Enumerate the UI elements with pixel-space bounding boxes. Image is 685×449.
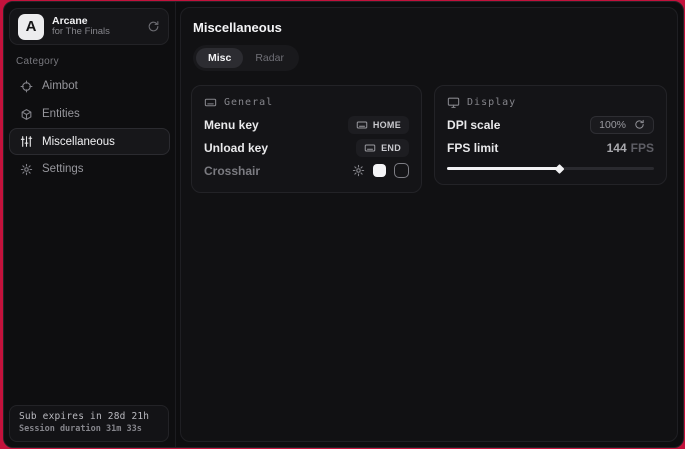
crosshair-checkbox[interactable] [394,163,409,178]
unload-key-button[interactable]: END [356,139,409,157]
main-panel: Miscellaneous Misc Radar General [180,7,678,442]
general-panel: General Menu key HOME Unload key [191,85,422,193]
fps-slider-fill [447,167,559,170]
sidebar-item-label: Settings [42,163,84,175]
dpi-scale-label: DPI scale [447,118,500,132]
crosshair-label: Crosshair [204,164,260,178]
session-duration-text: Session duration 31m 33s [19,424,159,434]
avatar: A [18,14,44,40]
fps-slider-thumb[interactable] [554,164,564,174]
fps-slider[interactable] [447,167,654,170]
fps-limit-value: 144 FPS [607,141,654,155]
dpi-scale-row: DPI scale 100% [447,113,654,136]
tab-bar: Misc Radar [193,45,299,71]
fps-unit: FPS [631,141,654,155]
crosshair-row: Crosshair [204,159,409,182]
menu-key-label: Menu key [204,118,259,132]
main-area: Miscellaneous Misc Radar General [176,2,683,447]
brand-text: Arcane for The Finals [52,15,147,38]
tab-radar[interactable]: Radar [243,48,296,68]
gear-icon [19,163,33,176]
unload-key-label: Unload key [204,141,268,155]
sidebar-nav: Aimbot Entities Miscellaneous [9,72,170,183]
fps-number: 144 [607,141,627,155]
subscription-info: Sub expires in 28d 21h Session duration … [9,405,169,442]
crosshair-color-swatch[interactable] [373,164,386,177]
sidebar-item-aimbot[interactable]: Aimbot [9,72,170,100]
sidebar-item-label: Aimbot [42,80,78,92]
sliders-icon [19,135,33,148]
entities-icon [19,108,33,121]
display-panel-title: Display [467,97,516,108]
sidebar-item-settings[interactable]: Settings [9,155,170,183]
general-panel-title: General [224,97,273,108]
brand-card: A Arcane for The Finals [9,8,169,45]
tab-misc[interactable]: Misc [196,48,243,68]
fps-limit-row: FPS limit 144 FPS [447,136,654,159]
display-panel: Display DPI scale 100% [434,85,667,185]
page-title: Miscellaneous [193,20,667,35]
category-label: Category [16,56,59,67]
menu-key-row: Menu key HOME [204,113,409,136]
crosshair-icon [19,80,33,93]
crosshair-controls [352,163,409,178]
dpi-scale-control[interactable]: 100% [590,116,654,134]
sidebar-item-miscellaneous[interactable]: Miscellaneous [9,128,170,155]
monitor-icon [447,96,460,109]
unload-key-value: END [381,143,401,153]
fps-limit-label: FPS limit [447,141,498,155]
dpi-refresh-icon[interactable] [634,119,645,130]
settings-cards: General Menu key HOME Unload key [191,85,667,193]
dpi-scale-value: 100% [599,119,626,131]
unload-key-row: Unload key END [204,136,409,159]
brand-subtitle: for The Finals [52,27,147,38]
app-window: A Arcane for The Finals Category Aimbot [3,1,684,448]
general-panel-header: General [204,96,409,109]
display-panel-header: Display [447,96,654,109]
crosshair-settings-gear-icon[interactable] [352,164,365,177]
sidebar-item-entities[interactable]: Entities [9,100,170,128]
sidebar-item-label: Miscellaneous [42,136,115,148]
refresh-icon[interactable] [147,20,160,33]
general-icon [204,96,217,109]
sub-expiry-text: Sub expires in 28d 21h [19,411,159,422]
menu-key-value: HOME [373,120,401,130]
sidebar: A Arcane for The Finals Category Aimbot [4,2,176,447]
sidebar-item-label: Entities [42,108,80,120]
menu-key-button[interactable]: HOME [348,116,409,134]
